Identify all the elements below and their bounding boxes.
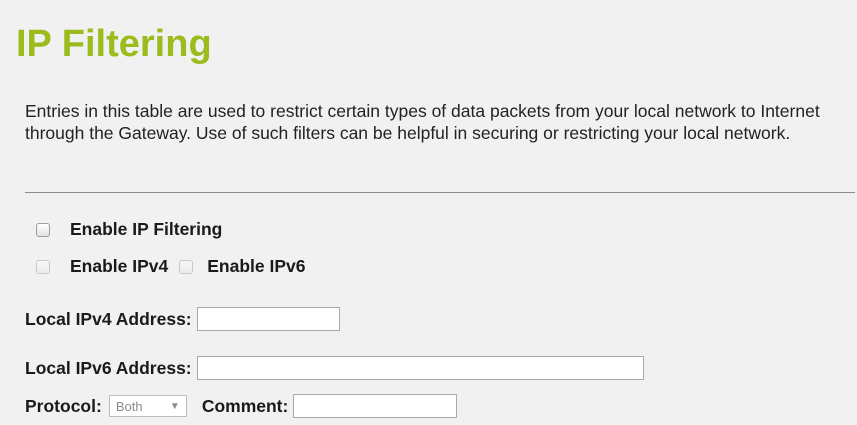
local-ipv6-input[interactable] — [196, 356, 644, 380]
enable-ipv4-label: Enable IPv4 — [70, 256, 169, 276]
protocol-select[interactable]: Both ▼ — [108, 395, 187, 417]
enable-ip-filtering-checkbox[interactable] — [36, 222, 50, 237]
comment-label: Comment: — [201, 395, 289, 416]
comment-input[interactable] — [293, 394, 458, 418]
local-ipv6-label: Local IPv6 Address: — [25, 357, 192, 378]
local-ipv6-row: Local IPv6 Address: — [25, 356, 644, 380]
protocol-selected-value: Both — [115, 398, 143, 414]
enable-ip-filtering-row: Enable IP Filtering — [36, 219, 222, 240]
enable-ip-filtering-label: Enable IP Filtering — [70, 219, 223, 239]
enable-ipv6-checkbox[interactable] — [179, 259, 194, 274]
local-ipv4-label: Local IPv4 Address: — [25, 308, 192, 329]
enable-ip-version-row: Enable IPv4 Enable IPv6 — [36, 256, 306, 277]
section-divider — [25, 192, 855, 193]
enable-ipv6-label: Enable IPv6 — [207, 256, 306, 276]
page-title: IP Filtering — [16, 23, 212, 65]
page-description: Entries in this table are used to restri… — [25, 101, 820, 143]
protocol-comment-row: Protocol: Both ▼ Comment: — [25, 394, 458, 418]
local-ipv4-row: Local IPv4 Address: — [25, 307, 340, 331]
chevron-down-icon: ▼ — [169, 400, 180, 412]
local-ipv4-input[interactable] — [196, 307, 340, 331]
enable-ipv4-checkbox[interactable] — [36, 259, 50, 274]
protocol-label: Protocol: — [25, 395, 102, 416]
